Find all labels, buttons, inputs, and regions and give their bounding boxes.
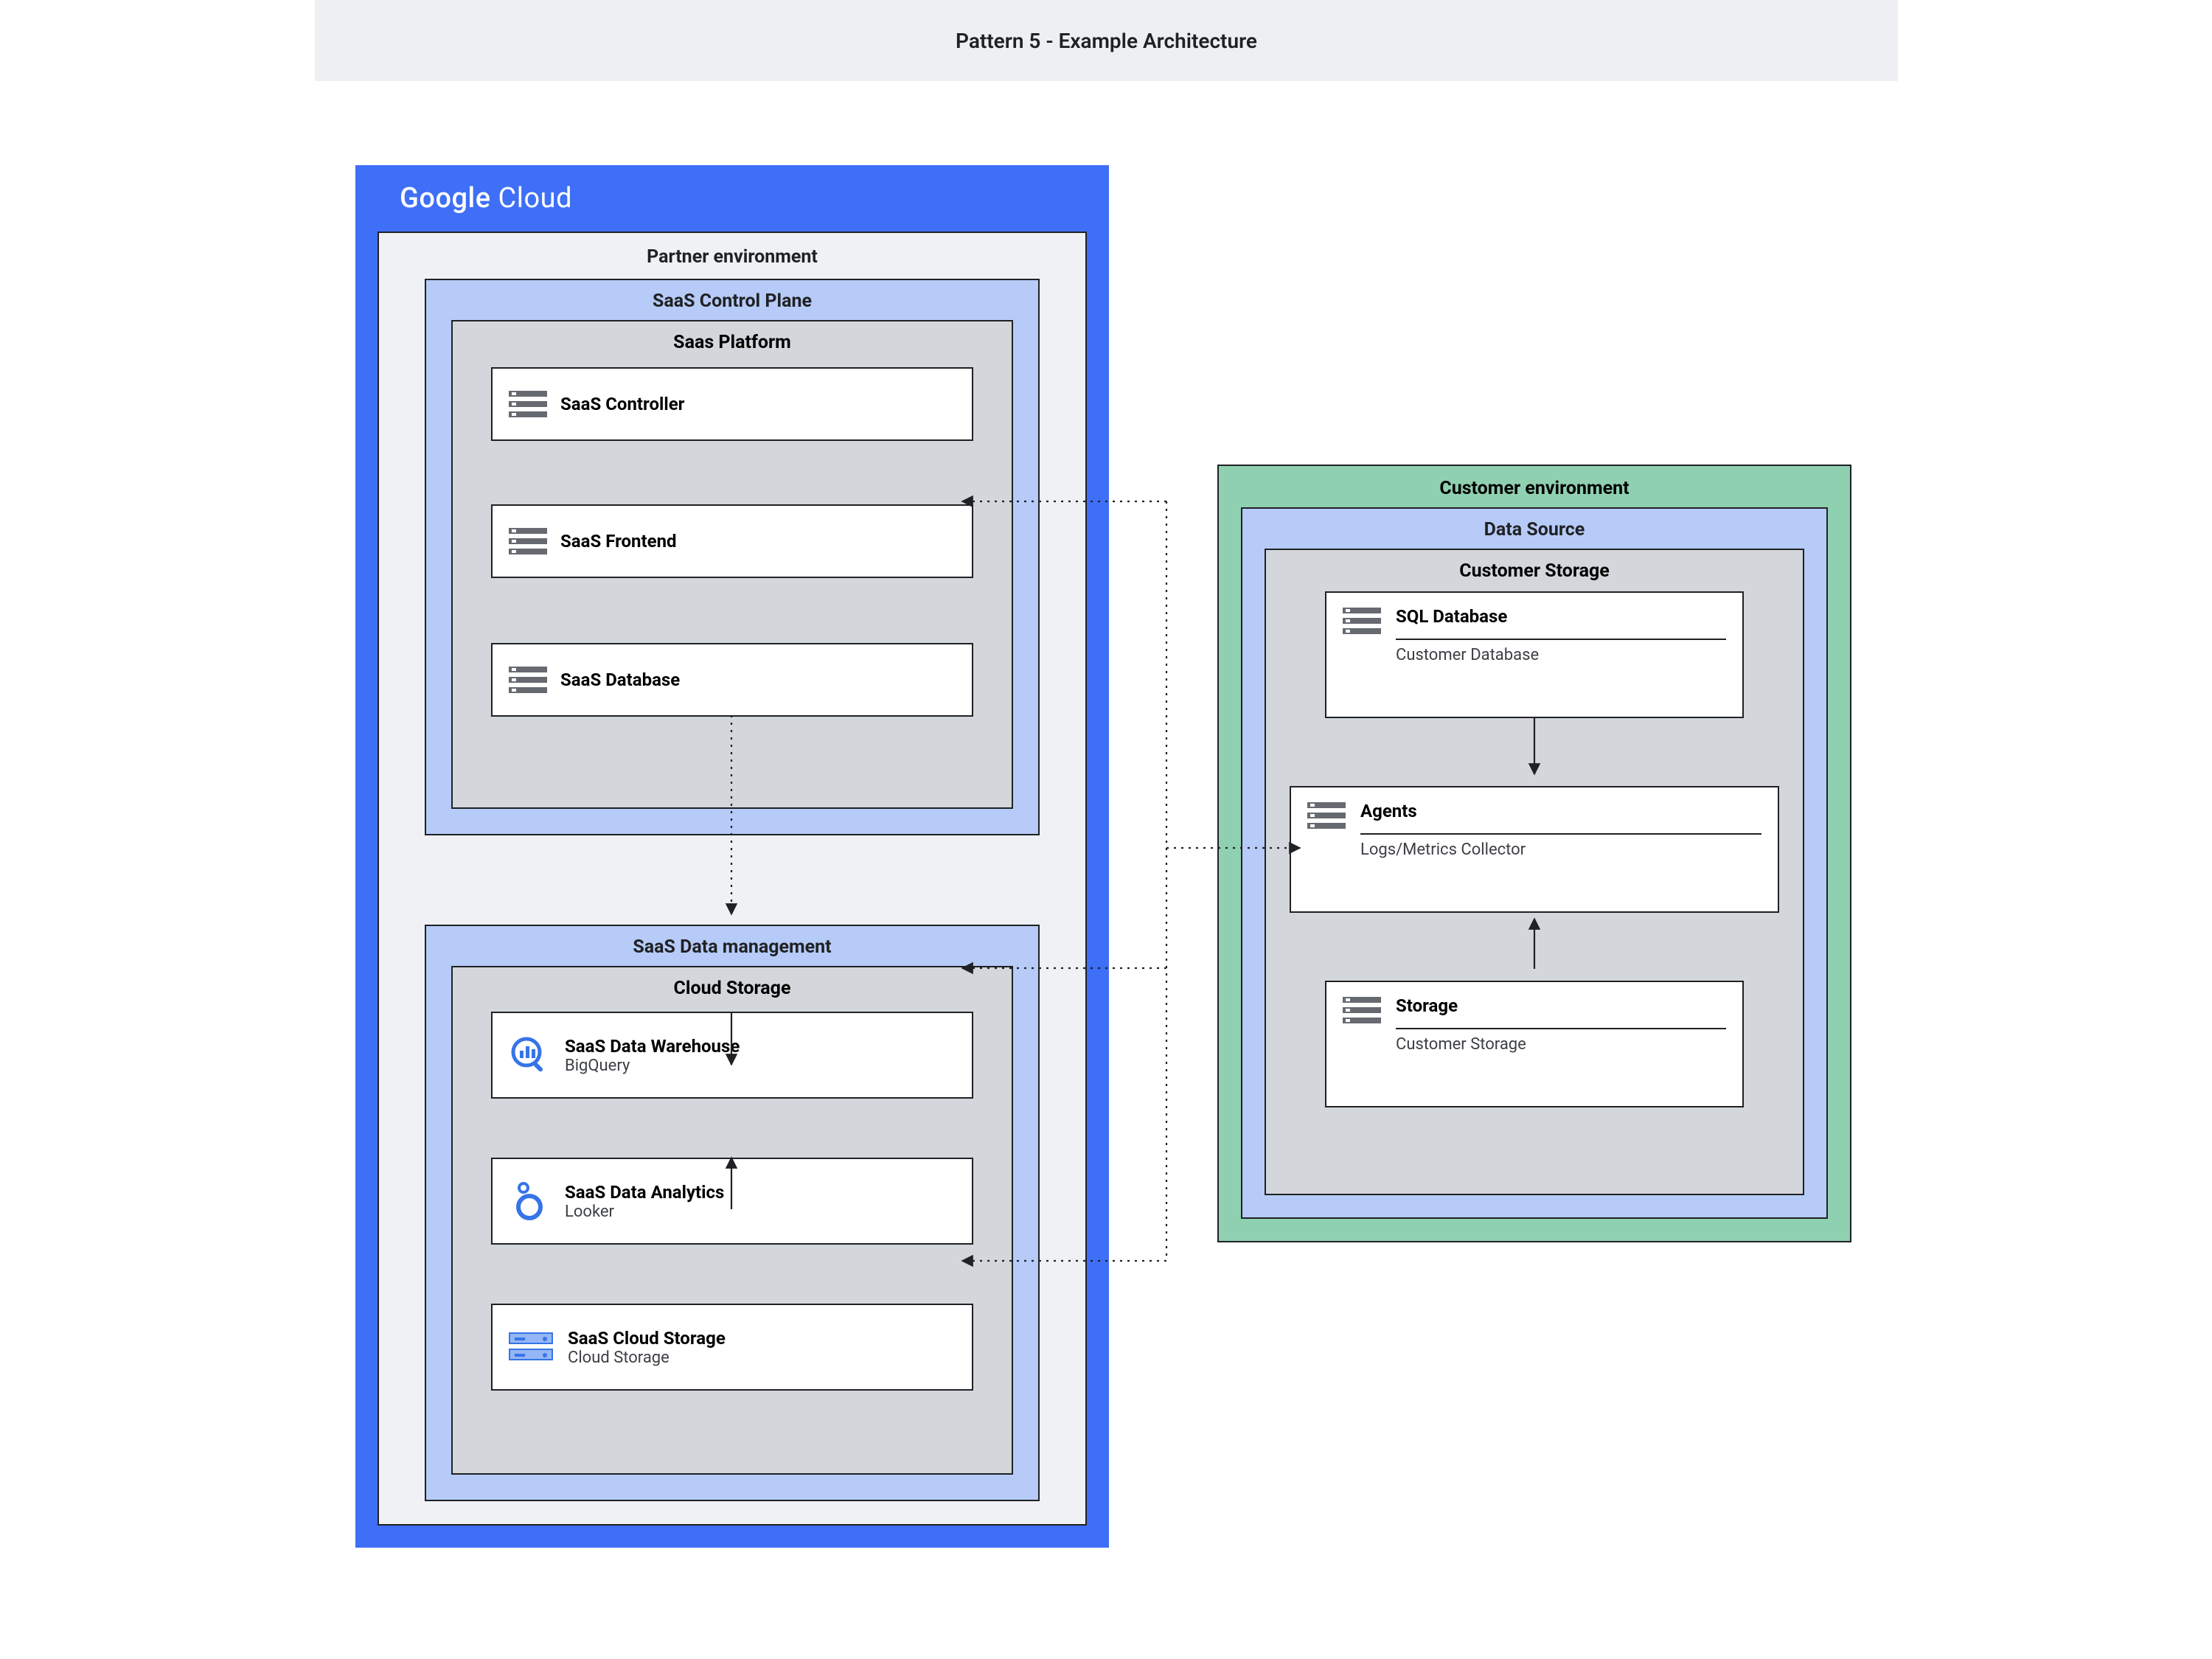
saas-data-management-label: SaaS Data management <box>426 926 1038 968</box>
server-icon <box>1343 606 1381 636</box>
saas-controller-label: SaaS Controller <box>560 394 684 414</box>
cloud-storage-label: Cloud Storage <box>453 967 1012 1009</box>
server-icon <box>509 526 547 556</box>
agents-title: Agents <box>1360 801 1761 821</box>
saas-frontend-box: SaaS Frontend <box>491 504 973 578</box>
page-title-text: Pattern 5 - Example Architecture <box>956 29 1257 53</box>
data-warehouse-title: SaaS Data Warehouse <box>565 1036 740 1057</box>
server-icon <box>509 665 547 695</box>
data-analytics-title: SaaS Data Analytics <box>565 1182 724 1203</box>
cloud-storage-sub: Cloud Storage <box>568 1349 726 1367</box>
page-title: Pattern 5 - Example Architecture <box>315 0 1898 81</box>
saas-data-management: SaaS Data management Cloud Storage <box>425 925 1040 1501</box>
divider <box>1360 833 1761 835</box>
data-source: Data Source Customer Storage SQL Databas… <box>1241 507 1828 1219</box>
sql-database-box: SQL Database Customer Database <box>1325 591 1744 718</box>
saas-frontend-label: SaaS Frontend <box>560 531 677 552</box>
server-icon <box>1343 995 1381 1025</box>
divider <box>1396 639 1726 640</box>
google-cloud-logo: Google Cloud <box>355 165 1109 232</box>
sql-database-sub: Customer Database <box>1396 646 1726 664</box>
data-warehouse-sub: BigQuery <box>565 1057 740 1075</box>
saas-control-plane: SaaS Control Plane Saas Platform SaaS Co… <box>425 279 1040 835</box>
agents-sub: Logs/Metrics Collector <box>1360 841 1761 859</box>
saas-cloud-storage-box: SaaS Cloud Storage Cloud Storage <box>491 1304 973 1391</box>
storage-box: Storage Customer Storage <box>1325 981 1744 1107</box>
cloud-word: Cloud <box>498 182 573 215</box>
customer-storage-group: Customer Storage SQL Database Customer D… <box>1265 549 1804 1195</box>
customer-environment-label: Customer environment <box>1219 466 1850 511</box>
saas-database-box: SaaS Database <box>491 643 973 717</box>
diagram-body: Google Cloud Partner environment SaaS Co… <box>315 81 1898 1659</box>
saas-platform-label: Saas Platform <box>453 321 1012 364</box>
customer-environment: Customer environment Data Source Custome… <box>1217 465 1851 1242</box>
saas-data-warehouse-box: SaaS Data Warehouse BigQuery <box>491 1012 973 1099</box>
google-word: Google <box>400 182 491 215</box>
data-analytics-sub: Looker <box>565 1203 724 1221</box>
storage-sub: Customer Storage <box>1396 1035 1726 1054</box>
saas-control-plane-label: SaaS Control Plane <box>426 280 1038 322</box>
partner-environment: Partner environment SaaS Control Plane S… <box>378 232 1087 1526</box>
customer-storage-label: Customer Storage <box>1266 550 1803 592</box>
sql-database-title: SQL Database <box>1396 606 1726 627</box>
looker-icon <box>509 1180 550 1222</box>
google-cloud-container: Google Cloud Partner environment SaaS Co… <box>355 165 1109 1548</box>
divider <box>1396 1028 1726 1029</box>
cloud-storage-icon <box>509 1331 553 1363</box>
saas-controller-box: SaaS Controller <box>491 367 973 441</box>
saas-data-analytics-box: SaaS Data Analytics Looker <box>491 1158 973 1245</box>
cloud-storage-group: Cloud Storage SaaS Data Warehouse <box>451 966 1013 1475</box>
data-source-label: Data Source <box>1242 509 1826 551</box>
server-icon <box>509 389 547 419</box>
storage-title: Storage <box>1396 995 1726 1016</box>
partner-environment-label: Partner environment <box>379 233 1085 278</box>
agents-box: Agents Logs/Metrics Collector <box>1290 786 1779 913</box>
bigquery-icon <box>509 1034 550 1076</box>
cloud-storage-title: SaaS Cloud Storage <box>568 1328 726 1349</box>
server-icon <box>1307 801 1346 830</box>
saas-database-label: SaaS Database <box>560 669 680 690</box>
saas-platform: Saas Platform SaaS Controller SaaS Front… <box>451 320 1013 809</box>
